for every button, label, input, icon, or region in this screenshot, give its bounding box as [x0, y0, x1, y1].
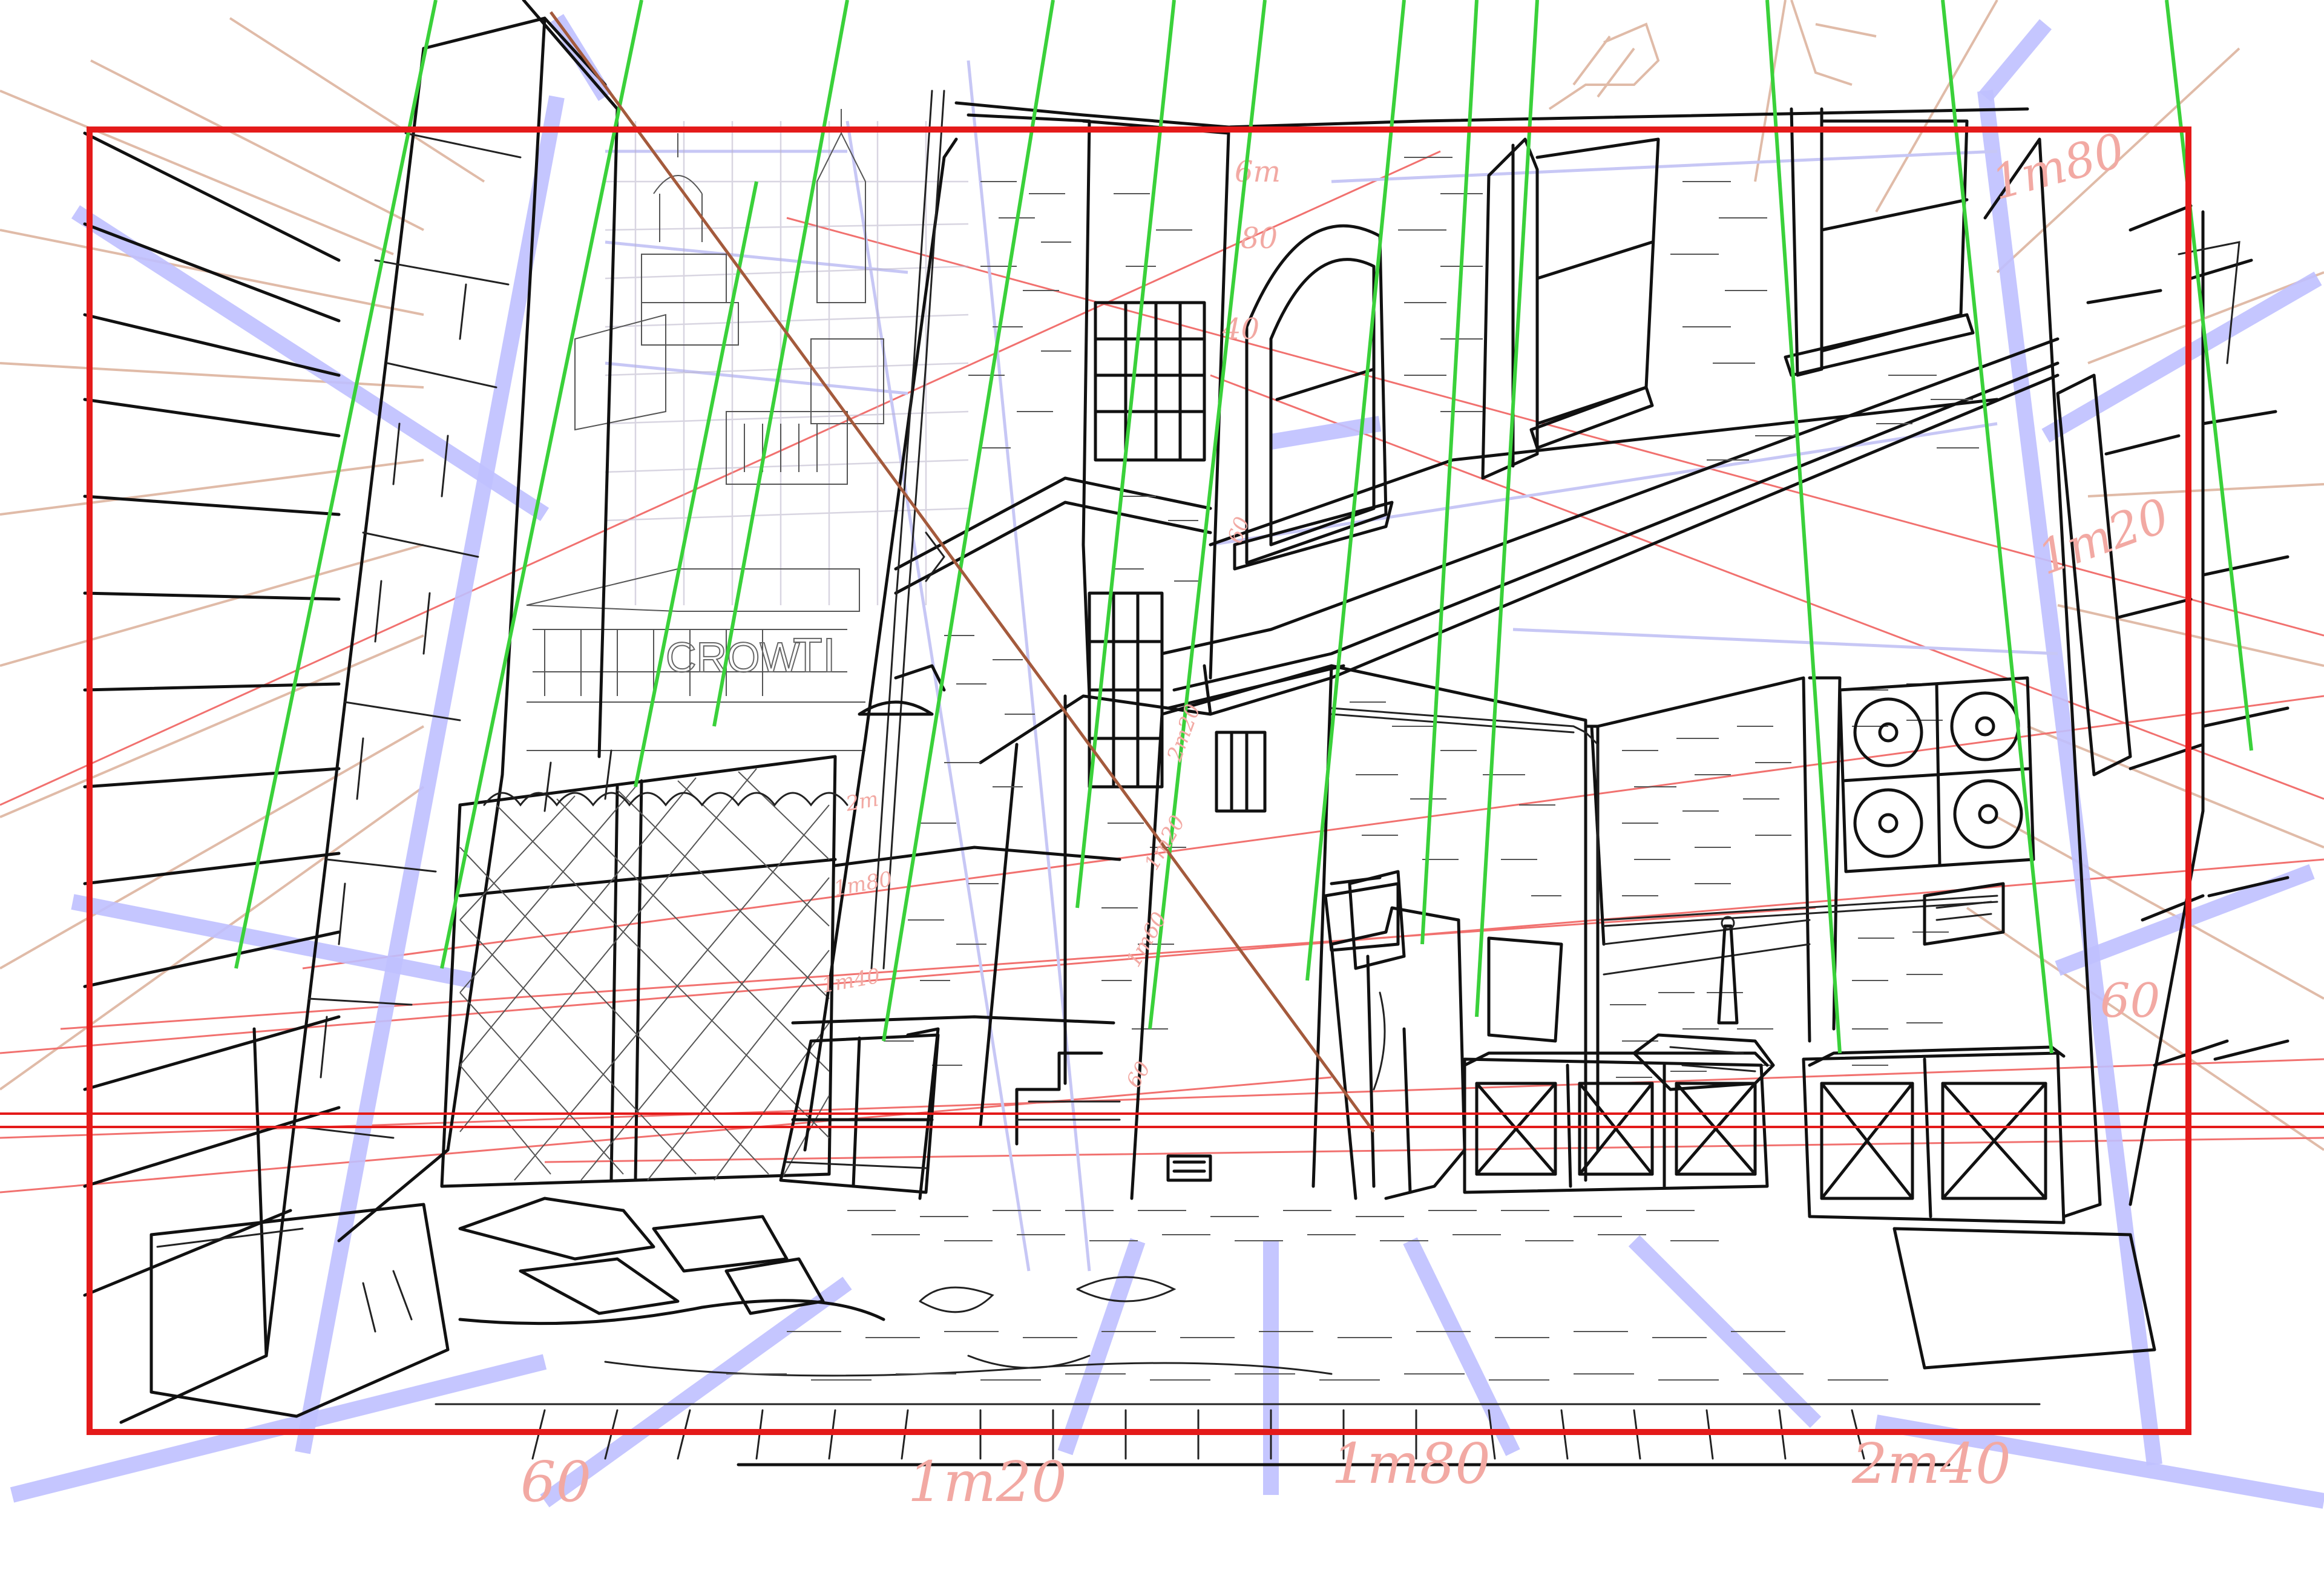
- left-scale-1m40: 1m40: [820, 964, 882, 998]
- left-scale-2m: 2m: [844, 787, 881, 816]
- right-label-1m80: 1m80: [1986, 123, 2131, 211]
- bottom-label-1m80: 1m80: [1331, 1431, 1491, 1496]
- svg-text:TI: TI: [793, 628, 836, 682]
- tan-sketch-top-right: [1548, 0, 1877, 110]
- bottom-label-60: 60: [520, 1450, 591, 1514]
- left-scale-1m80: 1m80: [832, 867, 894, 901]
- right-label-1m20: 1m20: [2031, 488, 2176, 586]
- left-scale-2m20: 2m20: [1163, 701, 1206, 765]
- bottom-label-1m20: 1m20: [908, 1450, 1067, 1514]
- crates: [1463, 916, 2066, 1224]
- right-building-facade: 6m 80 40: [1160, 107, 2060, 716]
- perspective-drawing: CROW TI 6m 80 40 60 1m20 1m80 2m40 1m80 …: [0, 0, 2324, 1514]
- svg-text:CROW: CROW: [666, 634, 800, 681]
- building-scale-label-6m: 6m: [1235, 155, 1281, 189]
- ground-debris: [435, 1154, 2041, 1467]
- ac-fan-units: [1838, 676, 2035, 873]
- left-scale-1m60: 1m60: [1121, 908, 1172, 971]
- left-scale-60: 60: [1121, 1057, 1155, 1092]
- building-scale-label-80: 80: [1241, 222, 1278, 255]
- left-scale-1m20: 1m20: [1140, 811, 1190, 874]
- bottom-label-2m40: 2m40: [1851, 1431, 2011, 1496]
- measurement-annotations: 60 1m20 1m80 2m40 1m80 1m20 60 2m20 2m 1…: [520, 123, 2176, 1514]
- tan-perspective-lines: [0, 0, 2324, 1151]
- right-label-60: 60: [2100, 974, 2160, 1028]
